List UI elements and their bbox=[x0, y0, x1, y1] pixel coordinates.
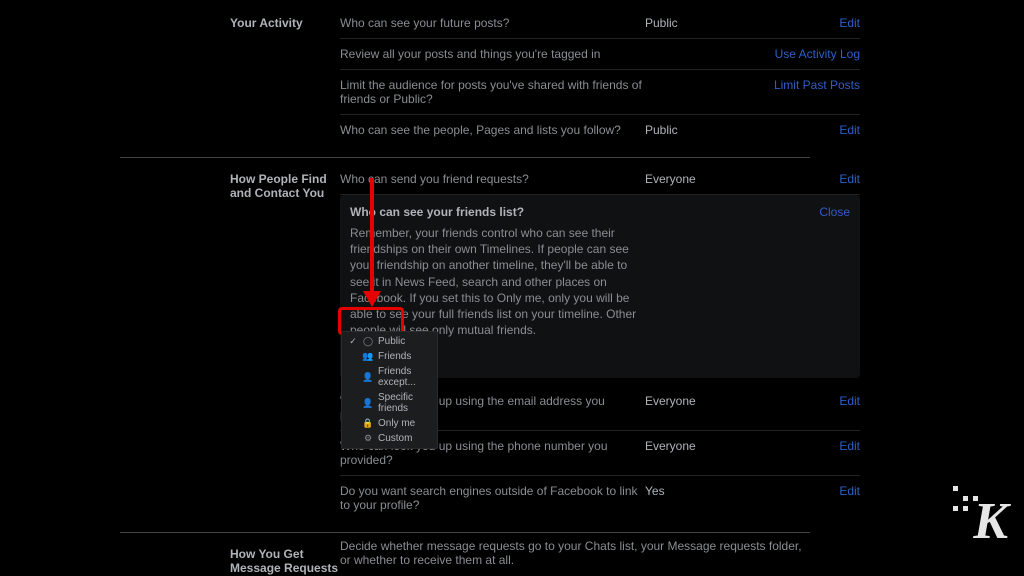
question-text: Review all your posts and things you're … bbox=[340, 47, 645, 61]
edit-link[interactable]: Edit bbox=[839, 484, 860, 498]
edit-link[interactable]: Edit bbox=[839, 16, 860, 30]
audience-selector-menu: ✓ ◯ Public 👥 Friends 👤 Friends except...… bbox=[341, 331, 438, 449]
section-heading-find: How People Find and Contact You bbox=[230, 164, 340, 200]
section-message-requests: How You Get Message Requests Decide whet… bbox=[230, 539, 810, 576]
row-review-tagged: Review all your posts and things you're … bbox=[340, 39, 860, 70]
audience-option-custom[interactable]: ⚙ Custom bbox=[342, 431, 437, 446]
section-your-activity: Your Activity Who can see your future po… bbox=[230, 8, 810, 145]
watermark-dots-icon bbox=[953, 486, 979, 512]
row-limit-past-posts: Limit the audience for posts you've shar… bbox=[340, 70, 860, 115]
friends-except-icon: 👤 bbox=[363, 372, 373, 382]
option-label: Custom bbox=[378, 433, 412, 444]
value-text: Everyone bbox=[645, 439, 765, 453]
section-heading-messages: How You Get Message Requests bbox=[230, 539, 340, 575]
option-label: Friends bbox=[378, 351, 411, 362]
annotation-arrow-shaft bbox=[370, 178, 374, 292]
row-friend-requests: Who can send you friend requests? Everyo… bbox=[340, 164, 860, 195]
watermark-logo: K bbox=[973, 492, 1006, 551]
settings-page: Your Activity Who can see your future po… bbox=[0, 0, 1024, 576]
friends-icon: 👥 bbox=[363, 352, 373, 362]
value-text: Everyone bbox=[645, 394, 765, 408]
option-label: Public bbox=[378, 336, 405, 347]
edit-link[interactable]: Edit bbox=[839, 439, 860, 453]
row-search-engines: Do you want search engines outside of Fa… bbox=[340, 476, 860, 520]
edit-link[interactable]: Edit bbox=[839, 172, 860, 186]
question-text: Do you want search engines outside of Fa… bbox=[340, 484, 645, 512]
expanded-description: Remember, your friends control who can s… bbox=[350, 225, 645, 338]
section-find-contact: How People Find and Contact You Who can … bbox=[230, 164, 810, 520]
question-text: Limit the audience for posts you've shar… bbox=[340, 78, 645, 106]
section-divider bbox=[120, 157, 810, 158]
value-text: Everyone bbox=[645, 172, 765, 186]
limit-past-posts-link[interactable]: Limit Past Posts bbox=[774, 78, 860, 92]
annotation-arrow-head-icon bbox=[363, 291, 381, 307]
settings-content: Your Activity Who can see your future po… bbox=[230, 8, 810, 576]
message-intro-text: Decide whether message requests go to yo… bbox=[340, 539, 805, 567]
audience-option-public[interactable]: ✓ ◯ Public bbox=[342, 334, 437, 349]
section-divider bbox=[120, 532, 810, 533]
question-text: Who can see the people, Pages and lists … bbox=[340, 123, 645, 137]
specific-friends-icon: 👤 bbox=[363, 398, 373, 408]
option-label: Only me bbox=[378, 418, 415, 429]
expanded-title: Who can see your friends list? bbox=[350, 205, 819, 219]
section-body-activity: Who can see your future posts? Public Ed… bbox=[340, 8, 860, 145]
row-future-posts: Who can see your future posts? Public Ed… bbox=[340, 8, 860, 39]
option-label: Specific friends bbox=[378, 392, 431, 414]
value-text: Public bbox=[645, 123, 765, 137]
value-text: Public bbox=[645, 16, 765, 30]
question-text: Who can see your future posts? bbox=[340, 16, 645, 30]
audience-option-only-me[interactable]: 🔒 Only me bbox=[342, 416, 437, 431]
row-follow-visibility: Who can see the people, Pages and lists … bbox=[340, 115, 860, 145]
section-heading-activity: Your Activity bbox=[230, 8, 340, 30]
lock-icon: 🔒 bbox=[363, 419, 373, 429]
edit-link[interactable]: Edit bbox=[839, 123, 860, 137]
audience-option-friends[interactable]: 👥 Friends bbox=[342, 349, 437, 364]
value-text: Yes bbox=[645, 484, 765, 498]
audience-option-friends-except[interactable]: 👤 Friends except... bbox=[342, 364, 437, 390]
activity-log-link[interactable]: Use Activity Log bbox=[775, 47, 860, 61]
section-body-messages: Decide whether message requests go to yo… bbox=[340, 539, 860, 576]
close-link[interactable]: Close bbox=[819, 205, 850, 219]
check-icon: ✓ bbox=[348, 337, 358, 347]
question-text: Who can send you friend requests? bbox=[340, 172, 645, 186]
edit-link[interactable]: Edit bbox=[839, 394, 860, 408]
option-icon: ◯ bbox=[363, 337, 373, 347]
gear-icon: ⚙ bbox=[363, 434, 373, 444]
option-label: Friends except... bbox=[378, 366, 431, 388]
audience-option-specific-friends[interactable]: 👤 Specific friends bbox=[342, 390, 437, 416]
